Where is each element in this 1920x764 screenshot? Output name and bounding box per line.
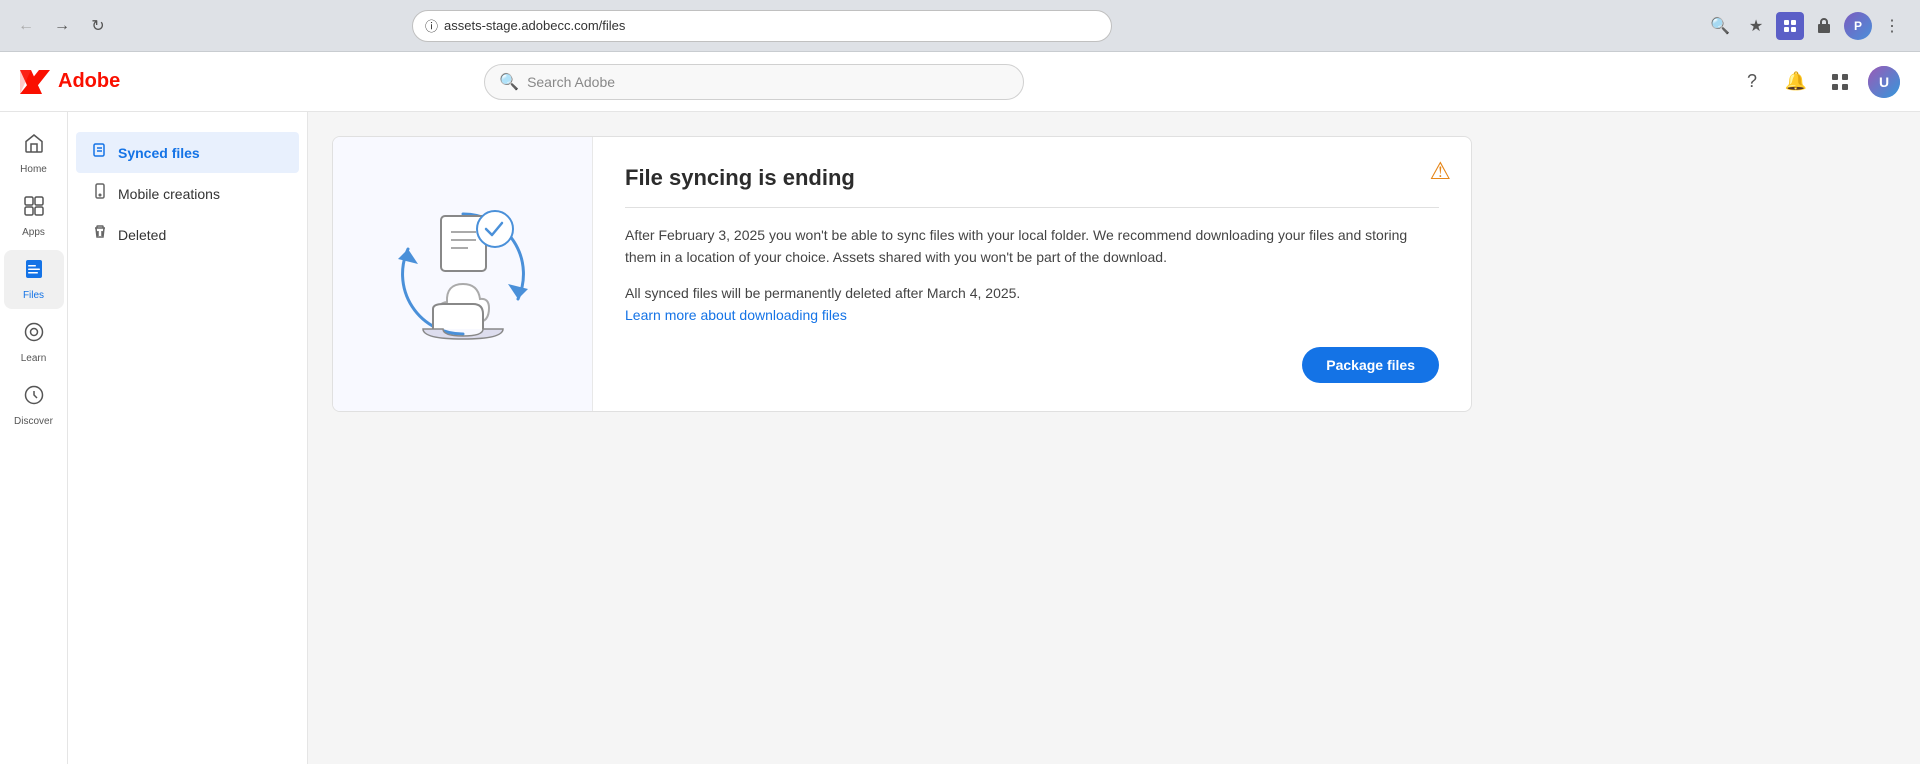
app-wrapper: Adobe 🔍 ? 🔔 bbox=[0, 52, 1920, 764]
package-files-button[interactable]: Package files bbox=[1302, 347, 1439, 383]
banner-body-text: After February 3, 2025 you won't be able… bbox=[625, 224, 1439, 269]
search-icon: 🔍 bbox=[499, 72, 519, 92]
mobile-creations-icon bbox=[92, 183, 108, 204]
sidebar-item-learn-label: Learn bbox=[21, 353, 47, 364]
forward-button[interactable]: → bbox=[48, 12, 76, 40]
warning-icon: ⚠ bbox=[1429, 157, 1451, 186]
browser-extensions-button[interactable] bbox=[1808, 10, 1840, 42]
files-icon bbox=[23, 258, 45, 286]
home-icon bbox=[23, 132, 45, 160]
adobe-logo-icon bbox=[20, 70, 50, 94]
svg-text:U: U bbox=[1879, 74, 1889, 90]
banner-illustration bbox=[333, 137, 593, 411]
sidebar-item-files-label: Files bbox=[23, 290, 44, 301]
address-url: assets-stage.adobecc.com/files bbox=[444, 18, 625, 33]
adobe-logo: Adobe bbox=[20, 70, 120, 94]
sidebar-item-files[interactable]: Files bbox=[4, 250, 64, 309]
apps-icon bbox=[23, 195, 45, 223]
avatar-image: U bbox=[1868, 66, 1900, 98]
sub-sidebar-item-deleted-label: Deleted bbox=[118, 227, 166, 243]
bell-icon: 🔔 bbox=[1785, 71, 1807, 92]
sub-sidebar-item-mobile-label: Mobile creations bbox=[118, 186, 220, 202]
sub-sidebar: Synced files Mobile creations Delet bbox=[68, 112, 308, 764]
search-box[interactable]: 🔍 bbox=[484, 64, 1024, 100]
sub-sidebar-item-mobile-creations[interactable]: Mobile creations bbox=[76, 173, 299, 214]
app-header: Adobe 🔍 ? 🔔 bbox=[0, 52, 1920, 112]
notifications-button[interactable]: 🔔 bbox=[1780, 66, 1812, 98]
banner-title: File syncing is ending bbox=[625, 165, 1439, 191]
sync-ending-illustration bbox=[373, 184, 553, 364]
browser-search-button[interactable]: 🔍 bbox=[1704, 10, 1736, 42]
sub-sidebar-item-synced-files-label: Synced files bbox=[118, 145, 200, 161]
banner-actions: Package files bbox=[625, 347, 1439, 383]
sub-sidebar-item-synced-files[interactable]: Synced files bbox=[76, 132, 299, 173]
browser-extension-icon bbox=[1776, 12, 1804, 40]
discover-icon bbox=[23, 384, 45, 412]
header-search: 🔍 bbox=[484, 64, 1024, 100]
sidebar-item-discover[interactable]: Discover bbox=[4, 376, 64, 435]
search-input[interactable] bbox=[527, 74, 1009, 90]
sidebar-item-apps-label: Apps bbox=[22, 227, 45, 238]
learn-icon bbox=[23, 321, 45, 349]
browser-bookmark-button[interactable]: ★ bbox=[1740, 10, 1772, 42]
browser-profile-avatar[interactable]: P bbox=[1844, 12, 1872, 40]
header-right-icons: ? 🔔 bbox=[1736, 66, 1900, 98]
sub-sidebar-item-deleted[interactable]: Deleted bbox=[76, 214, 299, 255]
sidebar-item-home-label: Home bbox=[20, 164, 47, 175]
apps-grid-button[interactable] bbox=[1824, 66, 1856, 98]
deleted-icon bbox=[92, 224, 108, 245]
left-sidebar: Home Apps bbox=[0, 112, 68, 764]
address-security-icon: ⓘ bbox=[425, 16, 438, 35]
banner-card: ⚠ File syncing is ending After February … bbox=[332, 136, 1472, 412]
user-avatar[interactable]: U bbox=[1868, 66, 1900, 98]
main-content: ⚠ File syncing is ending After February … bbox=[308, 112, 1920, 764]
sidebar-item-home[interactable]: Home bbox=[4, 124, 64, 183]
back-button[interactable]: ← bbox=[12, 12, 40, 40]
help-button[interactable]: ? bbox=[1736, 66, 1768, 98]
browser-menu-button[interactable]: ⋮ bbox=[1876, 10, 1908, 42]
learn-more-link[interactable]: Learn more about downloading files bbox=[625, 307, 847, 323]
sidebar-item-apps[interactable]: Apps bbox=[4, 187, 64, 246]
synced-files-icon bbox=[92, 142, 108, 163]
browser-right-icons: 🔍 ★ P ⋮ bbox=[1704, 10, 1908, 42]
banner-content: ⚠ File syncing is ending After February … bbox=[593, 137, 1471, 411]
grid-icon bbox=[1831, 73, 1849, 91]
browser-chrome: ← → ↻ ⓘ assets-stage.adobecc.com/files 🔍… bbox=[0, 0, 1920, 52]
sidebar-item-learn[interactable]: Learn bbox=[4, 313, 64, 372]
banner-secondary-text: All synced files will be permanently del… bbox=[625, 285, 1439, 301]
address-bar[interactable]: ⓘ assets-stage.adobecc.com/files bbox=[412, 10, 1112, 42]
help-icon: ? bbox=[1747, 71, 1757, 92]
sidebar-item-discover-label: Discover bbox=[14, 416, 53, 427]
app-body: Home Apps bbox=[0, 112, 1920, 764]
banner-divider bbox=[625, 207, 1439, 208]
reload-button[interactable]: ↻ bbox=[84, 12, 112, 40]
adobe-logo-text: Adobe bbox=[58, 70, 120, 93]
